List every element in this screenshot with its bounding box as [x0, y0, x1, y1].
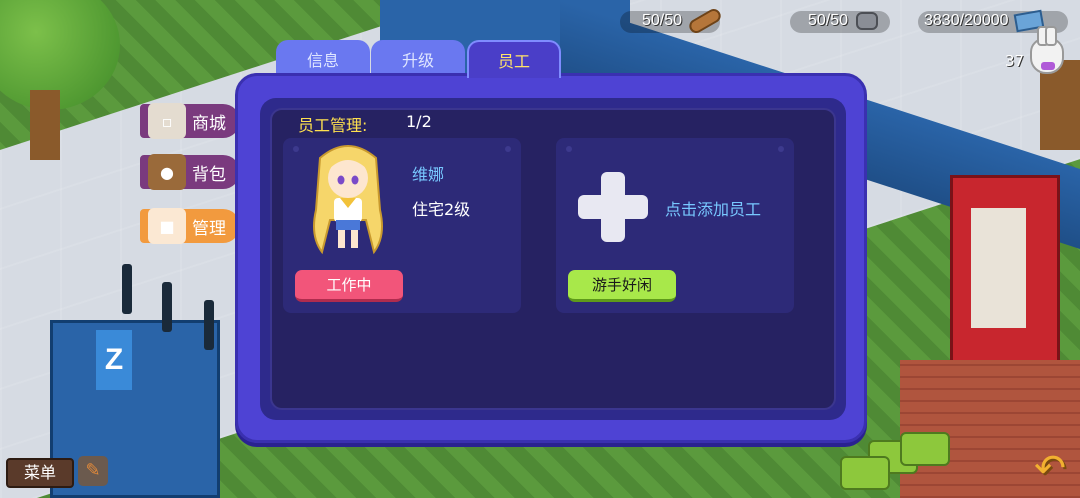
card-rivet: [566, 146, 572, 152]
bag-icon: ●: [148, 154, 186, 190]
status-working-button[interactable]: 工作中: [295, 270, 403, 302]
hedge: [900, 432, 950, 466]
card-rivet: [778, 146, 784, 152]
bag-label: 背包: [192, 164, 226, 185]
rope-post: [204, 300, 214, 350]
plus-icon[interactable]: [578, 172, 648, 242]
stone-counter: 50/50: [808, 8, 879, 34]
money-counter: 3830/20000: [924, 8, 1044, 34]
log-icon: [686, 6, 724, 36]
manage-button[interactable]: ■ 管理: [140, 208, 240, 244]
shop-icon: ▫: [148, 103, 186, 139]
manage-label: 管理: [192, 218, 226, 239]
staff-housing: 住宅2级: [412, 200, 471, 219]
card-rivet: [505, 146, 511, 152]
bow: [1041, 62, 1055, 70]
store-sign: Z: [96, 330, 132, 390]
menu-button[interactable]: 菜单: [6, 458, 74, 488]
menu-label: 菜单: [23, 463, 56, 482]
status-working-label: 工作中: [326, 276, 372, 294]
rabbit-icon[interactable]: [1030, 26, 1064, 74]
shop-label: 商城: [192, 113, 226, 134]
staff-management-label: 员工管理:: [298, 116, 368, 135]
add-staff-text[interactable]: 点击添加员工: [665, 196, 761, 220]
bag-button[interactable]: ● 背包: [140, 154, 240, 190]
stone-icon: [856, 12, 879, 30]
wood-counter: 50/50: [642, 6, 724, 36]
store-counter[interactable]: [50, 320, 220, 498]
staff-name: 维娜: [412, 165, 445, 184]
manage-icon: ■: [148, 208, 186, 244]
tab-upgrade-label: 升级: [401, 51, 434, 70]
back-arrow-icon[interactable]: ↶: [1028, 448, 1072, 488]
rope-post: [122, 264, 132, 314]
tree-trunk: [30, 90, 60, 160]
money-value: 3830/20000: [924, 12, 1009, 29]
tab-staff-label: 员工: [497, 52, 530, 71]
shop-button[interactable]: ▫ 商城: [140, 103, 240, 139]
staff-count: 1/2: [406, 112, 432, 131]
tab-info-label: 信息: [306, 51, 339, 70]
vending-machine[interactable]: [950, 175, 1060, 375]
staff-avatar: [313, 145, 383, 255]
stone-value: 50/50: [808, 12, 849, 29]
card-rivet: [293, 146, 299, 152]
status-idle-button[interactable]: 游手好闲: [568, 270, 676, 302]
wood-value: 50/50: [642, 12, 683, 29]
tab-staff[interactable]: 员工: [467, 40, 561, 78]
status-idle-label: 游手好闲: [591, 276, 652, 294]
player-level: 37: [1005, 52, 1025, 70]
hedge: [840, 456, 890, 490]
rope-post: [162, 282, 172, 332]
tool-icon[interactable]: ✎: [78, 456, 108, 486]
